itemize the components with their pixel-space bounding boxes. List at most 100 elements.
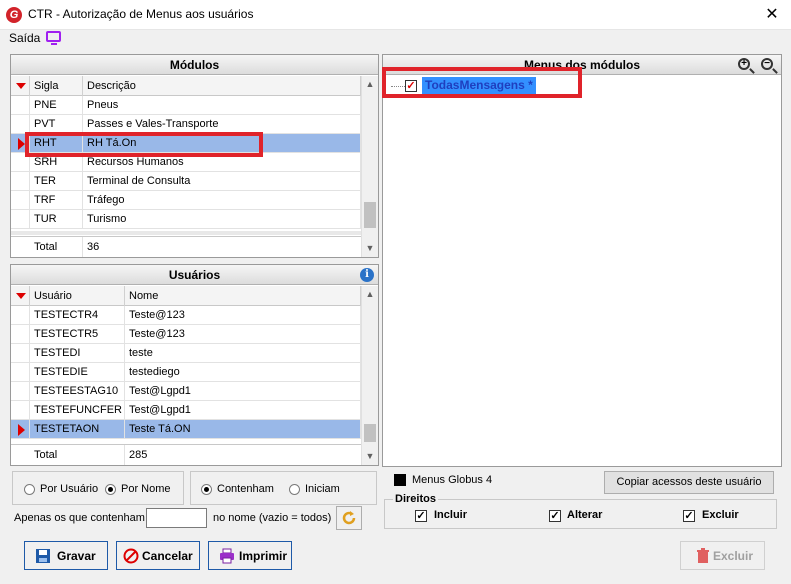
match-mode-group: Contenham Iniciam	[190, 471, 377, 505]
cancelar-label: Cancelar	[142, 549, 193, 563]
row-indicator	[11, 420, 30, 439]
modulos-scrollbar[interactable]: ▲ ▼	[361, 76, 378, 257]
cell-descricao: Terminal de Consulta	[84, 172, 361, 191]
gravar-label: Gravar	[57, 549, 96, 563]
trash-icon	[697, 548, 709, 563]
copiar-acessos-button[interactable]: Copiar acessos deste usuário	[604, 471, 774, 494]
usuarios-scrollbar[interactable]: ▲ ▼	[361, 286, 378, 465]
modulos-title: Módulos	[11, 55, 378, 75]
modulos-grid-header: Sigla Descrição	[11, 76, 361, 96]
menu-saida[interactable]: Saída	[9, 31, 40, 45]
usuarios-title: Usuários	[11, 265, 378, 285]
usuarios-total-label: Total	[31, 445, 125, 465]
row-indicator	[11, 191, 30, 210]
contenham-label: Contenham	[217, 483, 274, 495]
cell-nome: testediego	[126, 363, 361, 382]
printer-icon	[220, 548, 234, 564]
imprimir-label: Imprimir	[239, 549, 288, 563]
filter-text-input[interactable]	[146, 508, 207, 528]
apenas-label: Apenas os que contenham	[14, 512, 145, 524]
cell-sigla: PNE	[31, 96, 83, 115]
usuarios-panel: Usuários i Usuário Nome TESTECTR4 Teste@1…	[10, 264, 379, 466]
column-descricao[interactable]: Descrição	[84, 76, 361, 96]
scroll-up-icon[interactable]: ▲	[362, 286, 378, 302]
usuarios-total-row: Total 285	[11, 444, 361, 465]
imprimir-button[interactable]: Imprimir	[208, 541, 292, 570]
current-row-icon	[18, 138, 25, 150]
iniciam-label: Iniciam	[305, 483, 340, 495]
cell-nome: Test@Lgpd1	[126, 382, 361, 401]
table-row[interactable]: TRF Tráfego	[11, 191, 361, 210]
scroll-thumb[interactable]	[364, 202, 376, 228]
column-sigla[interactable]: Sigla	[31, 76, 83, 96]
usuarios-total-value: 285	[129, 449, 148, 461]
monitor-icon[interactable]	[46, 31, 61, 45]
cell-nome: Teste@123	[126, 306, 361, 325]
cell-usuario: TESTEDIE	[31, 363, 125, 382]
table-row[interactable]: TESTETAON Teste Tá.ON	[11, 420, 361, 439]
incluir-checkbox[interactable]: ✓	[415, 510, 427, 522]
cell-nome: teste	[126, 344, 361, 363]
radio-por-nome[interactable]	[105, 484, 116, 495]
row-indicator	[11, 210, 30, 229]
por-nome-label: Por Nome	[121, 483, 171, 495]
table-row[interactable]: TESTEESTAG10 Test@Lgpd1	[11, 382, 361, 401]
excluir-button-label: Excluir	[713, 549, 754, 563]
modulos-total-value: 36	[87, 241, 100, 253]
modulos-hscroll[interactable]	[11, 231, 361, 235]
zoom-in-icon[interactable]: +	[738, 58, 750, 70]
row-indicator	[11, 325, 30, 344]
por-usuario-label: Por Usuário	[40, 483, 99, 495]
excluir-label: Excluir	[702, 509, 739, 521]
column-usuario[interactable]: Usuário	[31, 286, 125, 306]
legend-label: Menus Globus 4	[412, 474, 493, 486]
cell-descricao: Tráfego	[84, 191, 361, 210]
excluir-button[interactable]: Excluir	[680, 541, 765, 570]
cell-descricao: Turismo	[84, 210, 361, 229]
scroll-down-icon[interactable]: ▼	[362, 240, 378, 256]
table-row[interactable]: TESTECTR5 Teste@123	[11, 325, 361, 344]
scroll-down-icon[interactable]: ▼	[362, 448, 378, 464]
radio-contenham[interactable]	[201, 484, 212, 495]
cell-nome: Test@Lgpd1	[126, 401, 361, 420]
sort-indicator[interactable]	[11, 76, 30, 96]
radio-por-usuario[interactable]	[24, 484, 35, 495]
cell-sigla: TER	[31, 172, 83, 191]
cell-nome: Teste Tá.ON	[126, 420, 361, 439]
cell-nome: Teste@123	[126, 325, 361, 344]
radio-iniciam[interactable]	[289, 484, 300, 495]
alterar-checkbox[interactable]: ✓	[549, 510, 561, 522]
table-row[interactable]: PNE Pneus	[11, 96, 361, 115]
close-icon[interactable]: ✕	[760, 4, 784, 26]
table-row[interactable]: TESTEDI teste	[11, 344, 361, 363]
cancel-icon	[123, 548, 139, 564]
zoom-out-icon[interactable]: −	[761, 58, 773, 70]
table-row[interactable]: TUR Turismo	[11, 210, 361, 229]
cell-usuario: TESTECTR5	[31, 325, 125, 344]
refresh-button[interactable]	[336, 506, 362, 530]
scroll-thumb[interactable]	[364, 424, 376, 442]
table-row[interactable]: TER Terminal de Consulta	[11, 172, 361, 191]
table-row[interactable]: TESTEDIE testediego	[11, 363, 361, 382]
cell-sigla: TRF	[31, 191, 83, 210]
direitos-group: Direitos ✓ Incluir ✓ Alterar ✓ Excluir	[384, 493, 777, 529]
table-row[interactable]: TESTEFUNCFER Test@Lgpd1	[11, 401, 361, 420]
gravar-button[interactable]: Gravar	[24, 541, 108, 570]
info-icon[interactable]: i	[360, 268, 374, 282]
highlight-box-menu	[382, 67, 582, 98]
table-row[interactable]: TESTECTR4 Teste@123	[11, 306, 361, 325]
incluir-label: Incluir	[434, 509, 468, 521]
cancelar-button[interactable]: Cancelar	[116, 541, 200, 570]
column-nome[interactable]: Nome	[126, 286, 361, 306]
scroll-up-icon[interactable]: ▲	[362, 76, 378, 92]
usuarios-grid-header: Usuário Nome	[11, 286, 361, 306]
current-row-icon	[18, 424, 25, 436]
sort-down-icon	[16, 83, 26, 89]
sort-indicator[interactable]	[11, 286, 30, 306]
excluir-checkbox[interactable]: ✓	[683, 510, 695, 522]
legend-swatch	[394, 474, 406, 486]
cell-usuario: TESTEFUNCFER	[31, 401, 125, 420]
row-indicator	[11, 401, 30, 420]
modulos-total-row: Total 36	[11, 236, 361, 257]
row-indicator	[11, 363, 30, 382]
